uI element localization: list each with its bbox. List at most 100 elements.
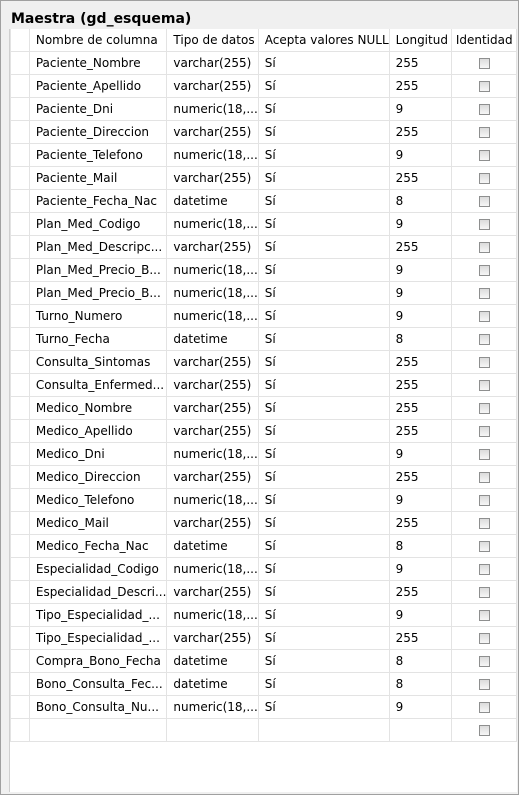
table-row[interactable]: Especialidad_Codigo numeric(18,... Sí 9 bbox=[10, 557, 517, 581]
row-selector[interactable] bbox=[10, 603, 30, 627]
cell-data-type[interactable]: datetime bbox=[166, 189, 259, 213]
row-selector[interactable] bbox=[10, 488, 30, 512]
cell-data-type[interactable]: varchar(255) bbox=[166, 373, 259, 397]
cell-length[interactable]: 255 bbox=[388, 465, 453, 489]
row-selector[interactable] bbox=[10, 327, 30, 351]
table-row[interactable]: Paciente_Apellido varchar(255) Sí 255 bbox=[10, 74, 517, 98]
cell-length[interactable]: 9 bbox=[388, 488, 453, 512]
cell-column-name[interactable]: Paciente_Nombre bbox=[28, 51, 168, 75]
cell-data-type[interactable]: numeric(18,... bbox=[166, 143, 259, 167]
empty-cell[interactable] bbox=[388, 718, 453, 742]
row-selector[interactable] bbox=[10, 258, 30, 282]
row-selector[interactable] bbox=[10, 442, 30, 466]
cell-length[interactable]: 9 bbox=[388, 557, 453, 581]
row-selector[interactable] bbox=[10, 419, 30, 443]
cell-length[interactable]: 9 bbox=[388, 258, 453, 282]
cell-allow-nulls[interactable]: Sí bbox=[257, 603, 390, 627]
table-row[interactable]: Bono_Consulta_Fec... datetime Sí 8 bbox=[10, 672, 517, 696]
cell-column-name[interactable]: Medico_Telefono bbox=[28, 488, 168, 512]
table-row[interactable]: Turno_Fecha datetime Sí 8 bbox=[10, 327, 517, 351]
cell-data-type[interactable]: varchar(255) bbox=[166, 465, 259, 489]
cell-data-type[interactable]: numeric(18,... bbox=[166, 281, 259, 305]
cell-allow-nulls[interactable]: Sí bbox=[257, 580, 390, 604]
identity-checkbox[interactable] bbox=[478, 380, 490, 391]
identity-checkbox[interactable] bbox=[478, 426, 490, 437]
cell-column-name[interactable]: Tipo_Especialidad_... bbox=[28, 603, 168, 627]
cell-length[interactable]: 9 bbox=[388, 603, 453, 627]
identity-checkbox[interactable] bbox=[478, 288, 490, 299]
identity-checkbox[interactable] bbox=[478, 311, 490, 322]
identity-checkbox[interactable] bbox=[478, 656, 490, 667]
cell-allow-nulls[interactable]: Sí bbox=[257, 419, 390, 443]
cell-column-name[interactable]: Medico_Mail bbox=[28, 511, 168, 535]
empty-cell[interactable] bbox=[28, 718, 168, 742]
row-selector[interactable] bbox=[10, 695, 30, 719]
cell-column-name[interactable]: Turno_Numero bbox=[28, 304, 168, 328]
cell-column-name[interactable]: Consulta_Sintomas bbox=[28, 350, 168, 374]
identity-checkbox[interactable] bbox=[478, 242, 490, 253]
identity-checkbox[interactable] bbox=[478, 518, 490, 529]
identity-checkbox[interactable] bbox=[478, 403, 490, 414]
cell-allow-nulls[interactable]: Sí bbox=[257, 74, 390, 98]
cell-data-type[interactable]: varchar(255) bbox=[166, 51, 259, 75]
cell-data-type[interactable]: numeric(18,... bbox=[166, 603, 259, 627]
cell-length[interactable]: 8 bbox=[388, 534, 453, 558]
cell-column-name[interactable]: Tipo_Especialidad_... bbox=[28, 626, 168, 650]
cell-column-name[interactable]: Turno_Fecha bbox=[28, 327, 168, 351]
cell-length[interactable]: 9 bbox=[388, 97, 453, 121]
cell-data-type[interactable]: varchar(255) bbox=[166, 166, 259, 190]
identity-checkbox[interactable] bbox=[478, 495, 490, 506]
cell-length[interactable]: 255 bbox=[388, 511, 453, 535]
table-row[interactable]: Medico_Fecha_Nac datetime Sí 8 bbox=[10, 534, 517, 558]
identity-checkbox[interactable] bbox=[478, 219, 490, 230]
cell-column-name[interactable]: Plan_Med_Descripc... bbox=[28, 235, 168, 259]
table-row[interactable]: Especialidad_Descri... varchar(255) Sí 255 bbox=[10, 580, 517, 604]
table-row[interactable]: Plan_Med_Codigo numeric(18,... Sí 9 bbox=[10, 212, 517, 236]
row-selector[interactable] bbox=[10, 718, 30, 742]
cell-length[interactable]: 255 bbox=[388, 626, 453, 650]
table-row[interactable]: Paciente_Telefono numeric(18,... Sí 9 bbox=[10, 143, 517, 167]
table-row[interactable]: Medico_Apellido varchar(255) Sí 255 bbox=[10, 419, 517, 443]
column-header-identity[interactable]: Identidad bbox=[451, 29, 517, 52]
cell-data-type[interactable]: varchar(255) bbox=[166, 511, 259, 535]
row-selector[interactable] bbox=[10, 534, 30, 558]
identity-checkbox[interactable] bbox=[478, 196, 490, 207]
cell-data-type[interactable]: numeric(18,... bbox=[166, 97, 259, 121]
cell-allow-nulls[interactable]: Sí bbox=[257, 511, 390, 535]
table-row[interactable]: Tipo_Especialidad_... varchar(255) Sí 255 bbox=[10, 626, 517, 650]
cell-allow-nulls[interactable]: Sí bbox=[257, 488, 390, 512]
cell-allow-nulls[interactable]: Sí bbox=[257, 557, 390, 581]
cell-length[interactable]: 9 bbox=[388, 281, 453, 305]
column-header-nullable[interactable]: Acepta valores NULL bbox=[257, 29, 390, 52]
cell-length[interactable]: 255 bbox=[388, 120, 453, 144]
row-selector[interactable] bbox=[10, 281, 30, 305]
row-selector[interactable] bbox=[10, 51, 30, 75]
cell-data-type[interactable]: varchar(255) bbox=[166, 235, 259, 259]
cell-column-name[interactable]: Medico_Nombre bbox=[28, 396, 168, 420]
identity-checkbox[interactable] bbox=[478, 633, 490, 644]
cell-data-type[interactable]: numeric(18,... bbox=[166, 488, 259, 512]
identity-checkbox[interactable] bbox=[478, 679, 490, 690]
cell-allow-nulls[interactable]: Sí bbox=[257, 258, 390, 282]
identity-checkbox[interactable] bbox=[478, 58, 490, 69]
cell-allow-nulls[interactable]: Sí bbox=[257, 235, 390, 259]
table-row[interactable]: Consulta_Sintomas varchar(255) Sí 255 bbox=[10, 350, 517, 374]
table-row[interactable]: Consulta_Enfermed... varchar(255) Sí 255 bbox=[10, 373, 517, 397]
cell-column-name[interactable]: Medico_Apellido bbox=[28, 419, 168, 443]
cell-allow-nulls[interactable]: Sí bbox=[257, 327, 390, 351]
row-selector[interactable] bbox=[10, 580, 30, 604]
cell-length[interactable]: 9 bbox=[388, 695, 453, 719]
cell-length[interactable]: 255 bbox=[388, 396, 453, 420]
row-selector[interactable] bbox=[10, 465, 30, 489]
row-selector[interactable] bbox=[10, 557, 30, 581]
cell-data-type[interactable]: varchar(255) bbox=[166, 74, 259, 98]
cell-data-type[interactable]: varchar(255) bbox=[166, 396, 259, 420]
cell-length[interactable]: 8 bbox=[388, 649, 453, 673]
cell-allow-nulls[interactable]: Sí bbox=[257, 97, 390, 121]
row-selector[interactable] bbox=[10, 189, 30, 213]
row-selector[interactable] bbox=[10, 626, 30, 650]
row-selector[interactable] bbox=[10, 649, 30, 673]
cell-allow-nulls[interactable]: Sí bbox=[257, 212, 390, 236]
cell-allow-nulls[interactable]: Sí bbox=[257, 626, 390, 650]
identity-checkbox[interactable] bbox=[478, 150, 490, 161]
